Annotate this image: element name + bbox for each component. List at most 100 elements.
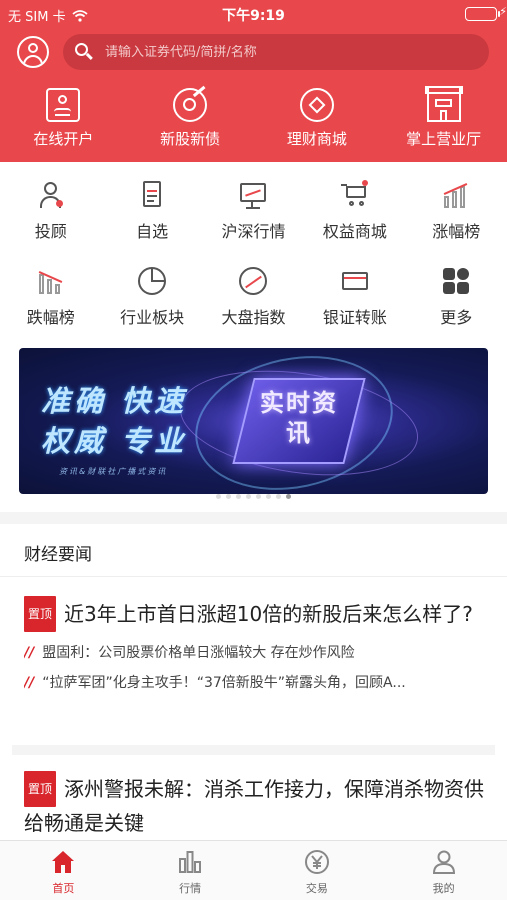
shortcut-grid: 投顾 自选 沪深行情 权益商城 涨幅榜 跌幅榜 行业板块 大盘指数 银证转账 更…	[0, 176, 507, 348]
grid-row: 投顾 自选 沪深行情 权益商城 涨幅榜	[0, 176, 507, 262]
top-action-label: 新股新债	[160, 130, 221, 148]
divider	[0, 576, 507, 577]
grid-item-index[interactable]: 大盘指数	[203, 262, 304, 348]
slash-icon: //	[24, 645, 35, 661]
search-box[interactable]	[63, 34, 489, 70]
carousel-dot[interactable]	[246, 494, 251, 499]
news-sub-text[interactable]: 盟固利：公司股票价格单日涨幅较大 存在炒作风险	[42, 645, 354, 661]
news-headline[interactable]: 涿州警报未解：消杀工作接力，保障消杀物资供给畅通是关键	[24, 777, 484, 835]
grid-label: 大盘指数	[221, 308, 286, 327]
top-action-new-stocks[interactable]: 新股新债	[127, 85, 254, 158]
watchlist-icon	[137, 180, 167, 210]
section-separator	[0, 512, 507, 524]
top-action-label: 理财商城	[286, 130, 347, 148]
grid-label: 行业板块	[120, 308, 185, 327]
news-headline-block[interactable]: 置顶 涿州警报未解：消杀工作接力，保障消杀物资供给畅通是关键	[24, 771, 486, 839]
grid-label: 银证转账	[322, 308, 387, 327]
search-icon	[75, 43, 93, 61]
grid-item-more[interactable]: 更多	[406, 262, 507, 348]
tab-label: 交易	[305, 882, 328, 895]
pinned-badge: 置顶	[24, 771, 57, 807]
grid-item-sectors[interactable]: 行业板块	[101, 262, 202, 348]
grid-label: 涨幅榜	[432, 222, 481, 241]
carousel-dot[interactable]	[266, 494, 271, 499]
header: 无 SIM 卡 下午9:19 ⚡ 在线开户 新股新债	[0, 0, 507, 162]
carousel-dot[interactable]	[236, 494, 241, 499]
grid-label: 跌幅榜	[26, 308, 75, 327]
carousel-dot[interactable]	[226, 494, 231, 499]
top-action-label: 掌上营业厅	[406, 130, 482, 148]
grid-item-equity-mall[interactable]: 权益商城	[304, 176, 405, 262]
tab-bar: 首页 行情 交易 我的	[0, 840, 507, 900]
carousel-dots[interactable]	[0, 494, 507, 499]
rise-chart-icon	[441, 180, 471, 210]
card-icon	[340, 266, 370, 296]
search-row	[0, 32, 507, 76]
grid-item-watchlist[interactable]: 自选	[101, 176, 202, 262]
news-item[interactable]: 置顶 近3年上市首日涨超10倍的新股后来怎么样了? // 盟固利：公司股票价格单日涨…	[24, 596, 486, 692]
news-headline-block[interactable]: 置顶 近3年上市首日涨超10倍的新股后来怎么样了?	[24, 596, 486, 632]
top-actions: 在线开户 新股新债 理财商城 掌上营业厅	[0, 85, 507, 158]
tab-home[interactable]: 首页	[0, 841, 127, 900]
home-icon	[50, 849, 76, 875]
carousel-dot[interactable]	[216, 494, 221, 499]
slash-icon: //	[24, 675, 35, 691]
tab-trade[interactable]: 交易	[254, 841, 381, 900]
battery-icon	[465, 7, 500, 21]
grid-label: 自选	[136, 222, 169, 241]
top-action-label: 在线开户	[33, 130, 94, 148]
grid-item-advisor[interactable]: 投顾	[0, 176, 101, 262]
pinned-badge: 置顶	[24, 596, 57, 632]
person-icon	[431, 849, 457, 875]
grid-row: 跌幅榜 行业板块 大盘指数 银证转账 更多	[0, 262, 507, 348]
news-sub-item[interactable]: // 盟固利：公司股票价格单日涨幅较大 存在炒作风险	[24, 642, 486, 662]
grid-label: 更多	[440, 308, 473, 327]
grid-item-market[interactable]: 沪深行情	[203, 176, 304, 262]
status-bar: 无 SIM 卡 下午9:19 ⚡	[0, 0, 507, 28]
cart-icon	[340, 180, 370, 210]
news-item[interactable]: 置顶 涿州警报未解：消杀工作接力，保障消杀物资供给畅通是关键	[24, 771, 486, 839]
yen-icon	[304, 849, 330, 875]
tab-mine[interactable]: 我的	[380, 841, 507, 900]
pie-icon	[137, 266, 167, 296]
fall-chart-icon	[36, 266, 66, 296]
status-time: 下午9:19	[222, 8, 285, 24]
banner-chip-text: 实时资讯	[260, 389, 338, 447]
news-headline[interactable]: 近3年上市首日涨超10倍的新股后来怎么样了?	[64, 602, 473, 626]
monitor-icon	[238, 180, 268, 210]
tab-label: 首页	[52, 882, 75, 895]
banner-slogan-1: 准确 快速	[41, 384, 188, 418]
tab-label: 我的	[432, 882, 455, 895]
search-input[interactable]	[105, 44, 465, 60]
carousel-dot[interactable]	[276, 494, 281, 499]
banner-subtitle: 资讯&财联社广播式资讯	[59, 467, 168, 476]
shop-icon	[424, 86, 463, 122]
carousel-dot-active[interactable]	[286, 494, 291, 499]
news-section-title: 财经要闻	[24, 545, 92, 565]
coin-diamond-icon	[299, 88, 334, 122]
banner-slogan-2: 权威 专业	[41, 424, 188, 458]
tab-label: 行情	[179, 882, 202, 895]
more-grid-icon	[441, 266, 471, 296]
advisor-icon	[36, 180, 66, 210]
grid-item-losers[interactable]: 跌幅榜	[0, 262, 101, 348]
user-avatar-icon[interactable]	[17, 36, 49, 68]
news-separator	[12, 745, 495, 755]
index-circle-icon	[238, 266, 268, 296]
bars-icon	[177, 849, 203, 875]
carousel-dot[interactable]	[256, 494, 261, 499]
grid-label: 权益商城	[322, 222, 387, 241]
top-action-open-account[interactable]: 在线开户	[0, 88, 127, 158]
promo-banner[interactable]: 实时资讯 准确 快速 权威 专业 资讯&财联社广播式资讯	[19, 348, 488, 494]
top-action-mobile-hall[interactable]: 掌上营业厅	[380, 86, 507, 158]
tab-market[interactable]: 行情	[127, 841, 254, 900]
grid-label: 沪深行情	[221, 222, 286, 241]
grid-item-bank-transfer[interactable]: 银证转账	[304, 262, 405, 348]
news-sub-item[interactable]: // “拉萨军团”化身主攻手！“37倍新股牛”崭露头角，回顾A...	[24, 672, 486, 692]
news-sub-text[interactable]: “拉萨军团”化身主攻手！“37倍新股牛”崭露头角，回顾A...	[42, 675, 406, 691]
grid-item-gainers[interactable]: 涨幅榜	[406, 176, 507, 262]
target-arrow-icon	[173, 85, 208, 122]
top-action-wealth-mall[interactable]: 理财商城	[254, 88, 381, 158]
portrait-card-icon	[46, 88, 81, 122]
charging-icon: ⚡	[499, 5, 507, 18]
